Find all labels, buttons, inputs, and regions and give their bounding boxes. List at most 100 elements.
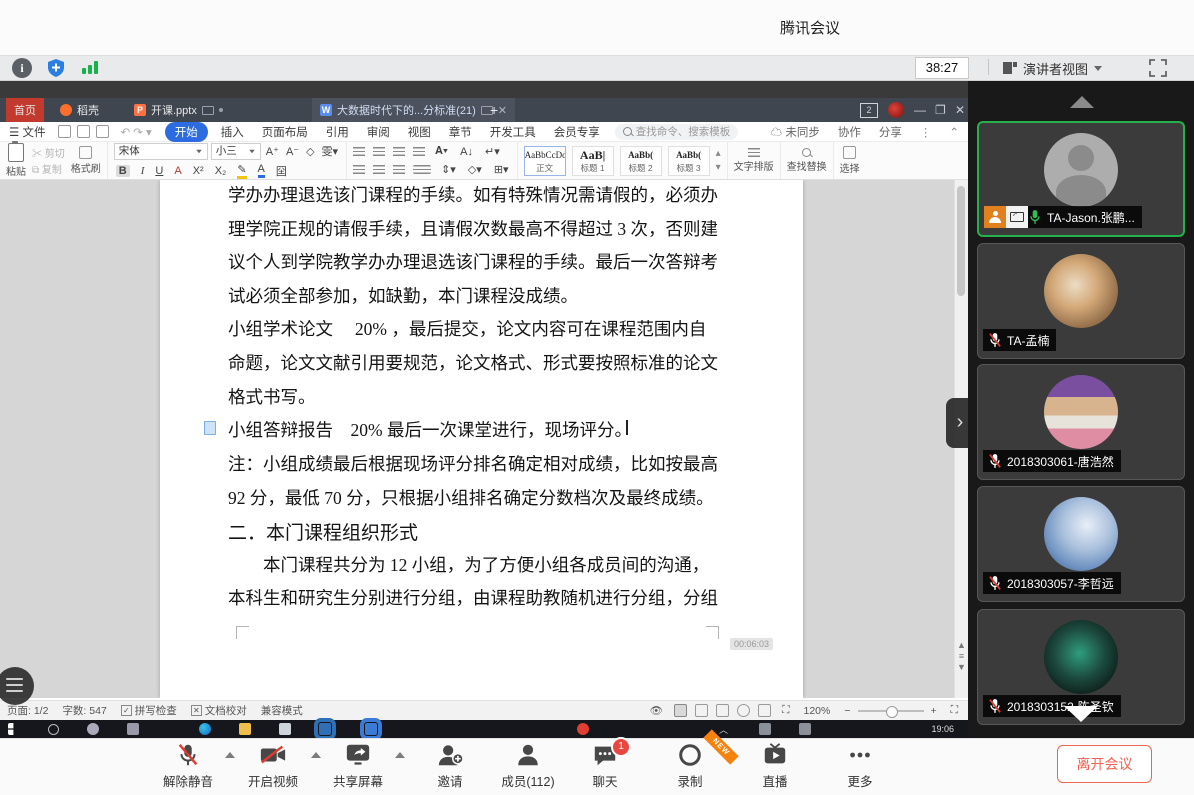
style-heading1[interactable]: AaB|标题 1	[572, 146, 614, 176]
find-replace-button[interactable]: 查找替换	[787, 148, 827, 173]
window-count-badge[interactable]: 2	[860, 103, 878, 118]
members-button[interactable]: 成员(112)	[488, 742, 568, 790]
copy-button[interactable]: ⧉ 复制	[32, 161, 62, 176]
highlight-icon[interactable]: ✎	[237, 163, 246, 179]
minimize-button[interactable]: —	[914, 98, 926, 122]
participant-tile[interactable]: TA-孟楠	[977, 243, 1185, 359]
start-button-icon[interactable]	[8, 723, 20, 735]
more-menu-icon[interactable]: ⋮	[920, 125, 932, 139]
zoom-slider[interactable]	[858, 710, 924, 712]
zoom-in-button[interactable]: +	[931, 705, 937, 717]
page-view-icon[interactable]	[674, 704, 687, 717]
network-signal-icon[interactable]	[82, 61, 98, 74]
redo-icon[interactable]: ↷ ▾	[133, 125, 152, 139]
text-layout-button[interactable]: 文字排版	[734, 148, 774, 173]
sync-status[interactable]: ☁ 未同步	[771, 124, 820, 140]
file-explorer-icon[interactable]	[239, 723, 251, 735]
align-left-icon[interactable]	[353, 165, 365, 174]
bold-button[interactable]: B	[116, 165, 130, 177]
window-app-icon[interactable]	[279, 723, 291, 735]
menu-tab-view[interactable]: 视图	[408, 124, 431, 140]
italic-button[interactable]: I	[141, 165, 145, 177]
document-page[interactable]: 学办办理退选该门课程的手续。如有特殊情况需请假的，必须办 理学院正规的请假手续，…	[160, 180, 803, 698]
spellcheck-toggle[interactable]: ✓拼写检查	[121, 703, 177, 718]
line-spacing-icon[interactable]: ⇕▾	[441, 163, 456, 176]
command-search-input[interactable]: 查找命令、搜索模板	[615, 124, 739, 140]
scroll-up-arrow[interactable]	[1070, 96, 1094, 108]
zoom-out-button[interactable]: −	[844, 705, 850, 717]
justify-icon[interactable]	[413, 165, 431, 174]
cut-button[interactable]: ✂ 剪切	[32, 145, 65, 160]
bullet-list-icon[interactable]	[353, 147, 365, 156]
outline-view-icon[interactable]	[695, 704, 708, 717]
task-view-icon[interactable]	[127, 723, 139, 735]
menu-tab-developer[interactable]: 开发工具	[490, 124, 536, 140]
underline-button[interactable]: U	[155, 165, 163, 177]
unmute-button[interactable]: 解除静音	[148, 742, 228, 790]
align-center-icon[interactable]	[373, 165, 385, 174]
live-stream-button[interactable]: 直播	[735, 742, 815, 790]
wps-tab-pptx[interactable]: P开课.pptx	[126, 98, 231, 122]
collapse-ribbon-icon[interactable]: ⌃	[949, 125, 959, 139]
people-icon[interactable]	[87, 723, 99, 735]
style-heading3[interactable]: AaBb(标题 3	[668, 146, 710, 176]
subscript-icon[interactable]: X₂	[215, 165, 227, 177]
style-heading2[interactable]: AaBb(标题 2	[620, 146, 662, 176]
char-border-icon[interactable]: 囶	[276, 163, 287, 179]
paragraph-mark-icon[interactable]: ↵▾	[485, 145, 500, 158]
participant-tile[interactable]: TA-Jason.张鹏...	[977, 121, 1185, 237]
eye-icon[interactable]: 👁	[650, 704, 663, 717]
number-list-icon[interactable]	[373, 147, 385, 156]
scroll-down-arrow[interactable]	[1064, 706, 1098, 722]
zoom-slider-knob[interactable]	[886, 706, 898, 718]
collaborate-button[interactable]: 协作	[838, 124, 861, 140]
shrink-font-icon[interactable]: A⁻	[286, 145, 299, 158]
security-shield-icon[interactable]	[46, 58, 66, 78]
fullscreen-icon[interactable]	[1148, 58, 1168, 78]
read-view-icon[interactable]	[716, 704, 729, 717]
outdent-icon[interactable]	[393, 147, 405, 156]
wps-tab-home[interactable]: 首页	[6, 98, 44, 122]
pinyin-icon[interactable]: 雯▾	[322, 143, 339, 159]
zoom-level[interactable]: 120%	[804, 705, 831, 717]
print-icon[interactable]	[77, 125, 90, 138]
save-icon[interactable]	[58, 125, 71, 138]
menu-tab-insert[interactable]: 插入	[221, 124, 244, 140]
fill-color-icon[interactable]: ◇▾	[468, 163, 482, 176]
sort-icon[interactable]: A↓	[460, 146, 473, 158]
undo-icon[interactable]: ↶	[121, 125, 131, 139]
proofing-toggle[interactable]: ✕文档校对	[191, 703, 247, 718]
web-view-icon[interactable]	[737, 704, 750, 717]
invite-button[interactable]: 邀请	[410, 742, 490, 790]
text-direction-icon[interactable]: 𝐀▾	[435, 145, 448, 158]
menu-tab-member[interactable]: 会员专享	[554, 124, 600, 140]
chat-button[interactable]: 聊天	[565, 742, 645, 790]
preview-icon[interactable]	[96, 125, 109, 138]
wps-new-tab-button[interactable]: +	[482, 98, 506, 122]
scrollbar-thumb[interactable]	[957, 186, 965, 296]
tray-icon[interactable]	[799, 723, 811, 735]
search-taskbar-icon[interactable]	[48, 724, 59, 735]
menu-file[interactable]: ☰ 文件	[9, 124, 46, 140]
comment-marker-icon[interactable]	[204, 421, 216, 435]
menu-tab-page-layout[interactable]: 页面布局	[262, 124, 308, 140]
paste-button[interactable]: 粘贴	[6, 143, 26, 178]
active-app-icon[interactable]	[319, 723, 331, 735]
ink-icon[interactable]	[758, 704, 771, 717]
share-screen-button[interactable]: 共享屏幕	[318, 742, 398, 790]
tray-expand-icon[interactable]: ︿	[719, 723, 731, 735]
menu-tab-home[interactable]: 开始	[165, 122, 208, 142]
edge-browser-icon[interactable]	[199, 723, 211, 735]
font-color-icon[interactable]: A	[174, 165, 181, 177]
font-family-select[interactable]: 宋体	[114, 143, 208, 160]
menu-tab-section[interactable]: 章节	[449, 124, 472, 140]
notification-dot-icon[interactable]	[577, 723, 589, 735]
share-options-caret[interactable]	[395, 752, 405, 758]
tray-icon[interactable]	[759, 723, 771, 735]
clear-format-icon[interactable]: ◇	[306, 145, 314, 158]
style-normal[interactable]: AaBbCcDd正文	[524, 146, 566, 176]
fit-page-icon[interactable]: ⛶	[782, 704, 789, 717]
style-gallery-scroll[interactable]: ▴▾	[716, 148, 721, 173]
menu-tab-references[interactable]: 引用	[326, 124, 349, 140]
grow-font-icon[interactable]: A⁺	[266, 145, 279, 158]
